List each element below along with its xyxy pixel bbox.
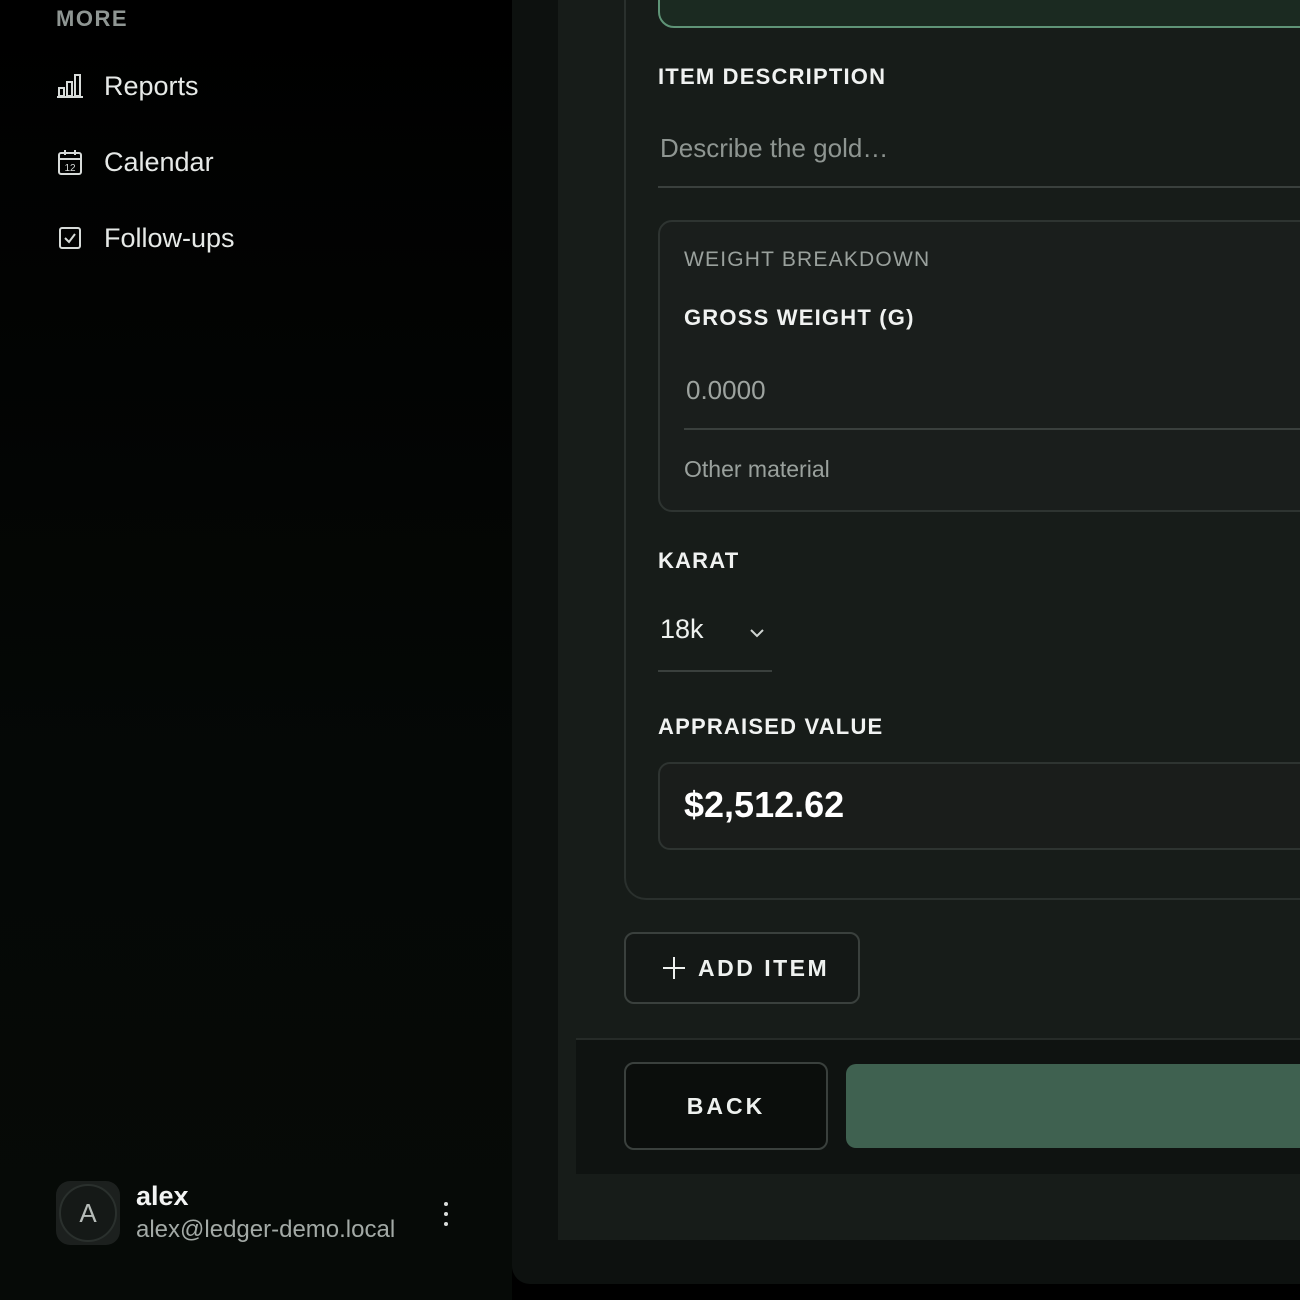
calendar-icon: 12	[56, 146, 88, 178]
bar-chart-icon	[56, 70, 88, 102]
add-item-button[interactable]: ADD ITEM	[624, 932, 860, 1004]
sidebar-item-reports[interactable]: Reports	[56, 62, 476, 110]
sidebar-item-label: Follow-ups	[104, 222, 235, 253]
karat-label: KARAT	[658, 548, 740, 573]
item-description-label: ITEM DESCRIPTION	[658, 64, 887, 89]
sidebar-item-calendar[interactable]: 12 Calendar	[56, 138, 476, 186]
user-email: alex@ledger-demo.local	[136, 1216, 396, 1243]
svg-text:12: 12	[64, 163, 76, 174]
weight-breakdown-title: WEIGHT BREAKDOWN	[684, 248, 931, 271]
plus-icon	[660, 954, 688, 982]
sidebar: MORE Reports 12 Calendar Follow-ups A al…	[0, 0, 512, 1300]
checkbox-icon	[56, 222, 88, 254]
user-info: alex alex@ledger-demo.local	[136, 1179, 395, 1247]
user-card[interactable]: A alex alex@ledger-demo.local	[56, 1174, 466, 1252]
sidebar-item-label: Calendar	[104, 146, 214, 177]
chevron-down-icon	[748, 624, 766, 642]
appraised-value-label: APPRAISED VALUE	[658, 714, 884, 739]
avatar-initial: A	[59, 1184, 117, 1242]
avatar: A	[56, 1181, 120, 1245]
item-description-input[interactable]: Describe the gold…	[658, 118, 1300, 188]
add-item-label: ADD ITEM	[698, 954, 830, 981]
primary-action-button[interactable]	[846, 1064, 1300, 1148]
gross-weight-input[interactable]: 0.0000	[684, 360, 1300, 430]
sidebar-item-follow-ups[interactable]: Follow-ups	[56, 214, 476, 262]
sidebar-section-label: MORE	[56, 6, 128, 31]
sidebar-item-label: Reports	[104, 70, 199, 101]
karat-value: 18k	[660, 614, 704, 644]
previous-field[interactable]	[658, 0, 1300, 28]
back-button[interactable]: BACK	[624, 1062, 828, 1150]
user-name: alex	[136, 1181, 189, 1211]
karat-select[interactable]: 18k	[658, 600, 772, 672]
app-root: MORE Reports 12 Calendar Follow-ups A al…	[0, 0, 1300, 1300]
appraised-value: $2,512.62	[684, 784, 845, 825]
more-options-icon[interactable]	[426, 1194, 466, 1234]
gross-weight-label: GROSS WEIGHT (G)	[684, 305, 915, 330]
other-material-label[interactable]: Other material	[684, 456, 830, 483]
